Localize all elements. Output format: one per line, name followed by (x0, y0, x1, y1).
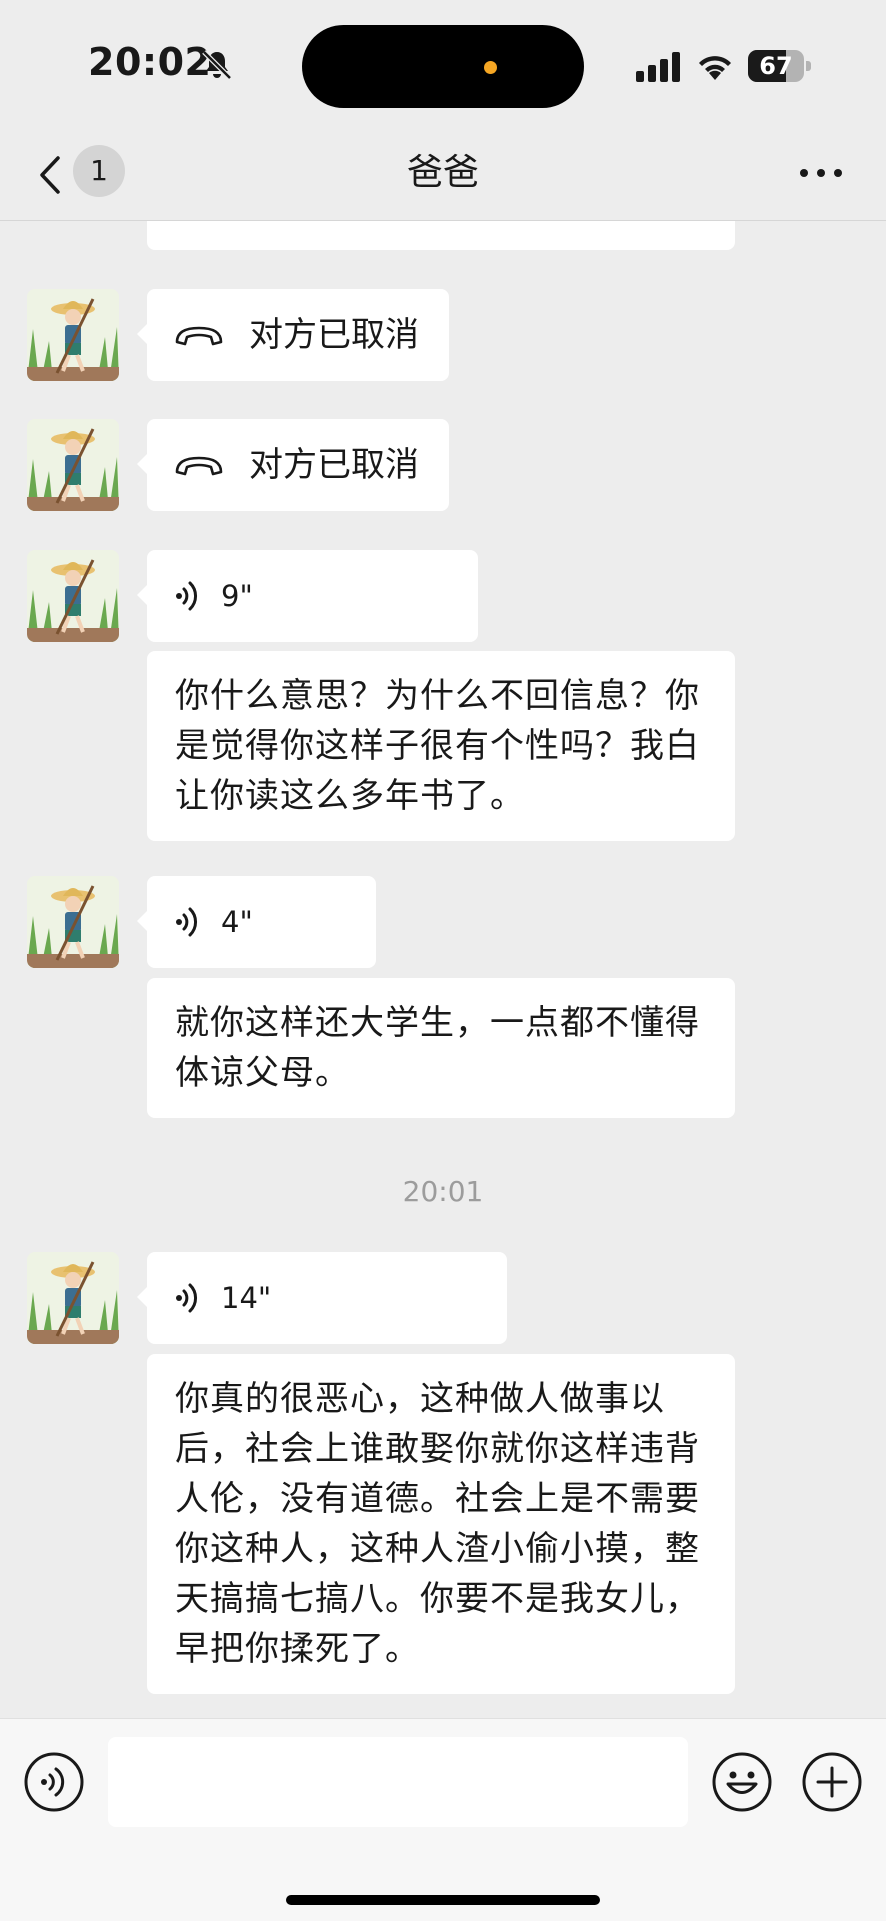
text-message-bubble[interactable]: 就你这样还大学生，一点都不懂得体谅父母。 (147, 978, 735, 1118)
avatar[interactable] (27, 876, 119, 968)
unread-count-badge[interactable]: 1 (73, 145, 125, 197)
call-status-text: 对方已取消 (249, 445, 419, 485)
message-text: 就你这样还大学生，一点都不懂得体谅父母。 (175, 1003, 700, 1093)
chevron-left-icon[interactable] (30, 150, 70, 200)
voice-duration: 9" (221, 579, 253, 613)
message-timestamp: 20:01 (402, 1175, 484, 1208)
avatar-illustration (27, 876, 119, 968)
voice-message-bubble[interactable]: 9" (137, 550, 478, 642)
avatar-illustration (27, 289, 119, 381)
bubble-tail (137, 584, 148, 606)
phone-hangup-icon (175, 456, 223, 476)
avatar-illustration (27, 550, 119, 642)
text-message-bubble[interactable]: 你什么意思？为什么不回信息？你是觉得你这样子很有个性吗？我白让你读这么多年书了。 (147, 651, 735, 841)
phone-hangup-icon (175, 326, 223, 346)
voice-wave-icon (176, 1283, 197, 1313)
message-text: 你什么意思？为什么不回信息？你是觉得你这样子很有个性吗？我白让你读这么多年书了。 (175, 676, 700, 816)
message-text: 你真的很恶心，这种做人做事以后，社会上谁敢娶你就你这样违背人伦，没有道德。社会上… (175, 1379, 700, 1669)
avatar-illustration (27, 1252, 119, 1344)
ellipsis-icon[interactable] (796, 158, 846, 188)
chat-header: 1 爸爸 (0, 130, 886, 221)
voice-message-bubble[interactable]: 14" (137, 1252, 507, 1344)
avatar[interactable] (27, 550, 119, 642)
voice-message-bubble[interactable]: 4" (137, 876, 376, 968)
voice-wave-icon (176, 907, 197, 937)
bubble-tail (137, 910, 148, 932)
bubble-tail (137, 1286, 148, 1308)
chat-title: 爸爸 (406, 152, 479, 193)
voice-duration: 4" (221, 905, 253, 939)
bubble-tail (137, 453, 148, 475)
home-indicator[interactable] (286, 1895, 600, 1905)
message-input-bar (0, 1718, 886, 1921)
avatar[interactable] (27, 419, 119, 511)
voice-input-toggle-icon[interactable] (23, 1751, 85, 1813)
call-record-bubble[interactable]: 对方已取消 (137, 289, 449, 381)
voice-wave-icon (176, 581, 197, 611)
voice-duration: 14" (221, 1281, 272, 1315)
bubble-tail (137, 323, 148, 345)
smiley-icon[interactable] (711, 1751, 773, 1813)
avatar[interactable] (27, 289, 119, 381)
call-record-bubble[interactable]: 对方已取消 (137, 419, 449, 511)
chat-message-list[interactable]: 对方已取消 对方已取消 9" 你什么意思？为什么不回信息？你是觉得你这样子很有个… (0, 0, 886, 1718)
avatar[interactable] (27, 1252, 119, 1344)
message-text-input[interactable] (108, 1737, 688, 1827)
plus-circle-icon[interactable] (801, 1751, 863, 1813)
call-status-text: 对方已取消 (249, 315, 419, 355)
text-message-bubble[interactable]: 你真的很恶心，这种做人做事以后，社会上谁敢娶你就你这样违背人伦，没有道德。社会上… (147, 1354, 735, 1694)
avatar-illustration (27, 419, 119, 511)
